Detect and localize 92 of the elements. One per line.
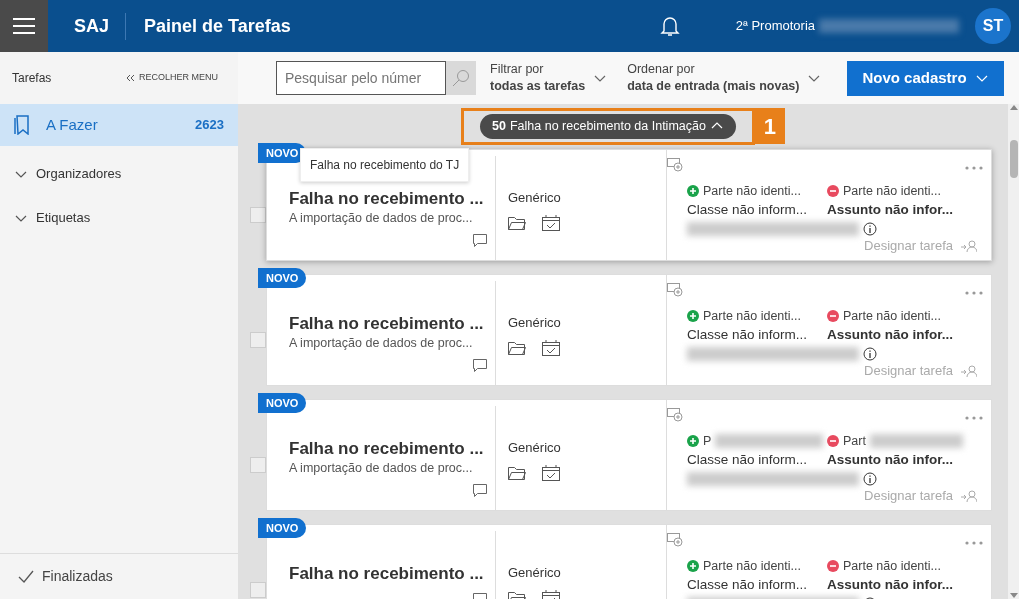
item-count: 2623	[195, 116, 224, 135]
more-options-icon[interactable]	[965, 290, 983, 295]
scrollbar[interactable]	[1008, 104, 1019, 599]
group-header[interactable]: 50 Falha no recebimento da Intimação	[480, 114, 736, 139]
case-class: Classe não inform...	[687, 575, 809, 594]
plus-circle-icon	[687, 435, 699, 448]
window-add-icon[interactable]	[667, 532, 683, 547]
task-type: Genérico	[508, 563, 562, 582]
minus-circle-icon	[827, 560, 839, 573]
filter-dropdown[interactable]: Filtrar por todas as tarefas	[484, 60, 614, 96]
task-type: Genérico	[508, 438, 562, 457]
minus-circle-icon	[827, 185, 839, 198]
app-logo[interactable]: SAJ	[56, 12, 126, 40]
new-badge: NOVO	[258, 517, 307, 539]
case-class: Classe não inform...	[687, 450, 809, 469]
calendar-check-icon[interactable]	[542, 215, 560, 232]
organization-name: 2ª Promotoria	[734, 17, 815, 36]
minus-circle-icon	[827, 310, 839, 323]
comment-icon[interactable]	[473, 359, 487, 373]
bell-icon[interactable]	[659, 15, 680, 37]
double-chevron-icon	[126, 74, 135, 82]
window-add-icon[interactable]	[667, 282, 683, 297]
checkbox[interactable]	[250, 581, 266, 598]
window-add-icon[interactable]	[667, 157, 683, 172]
calendar-check-icon[interactable]	[542, 465, 560, 482]
folder-icon[interactable]	[508, 465, 526, 481]
new-record-button[interactable]: Novo cadastro	[847, 60, 1004, 96]
folder-icon[interactable]	[508, 215, 526, 231]
case-subject: Assunto não infor...	[827, 200, 954, 219]
task-title: Falha no recebimento ...	[289, 562, 485, 585]
plus-circle-icon	[687, 310, 699, 323]
task-description: A importação de dados de proc...	[289, 334, 474, 352]
info-icon[interactable]	[863, 222, 877, 237]
tooltip: Falha no recebimento do TJ	[300, 148, 470, 182]
page-title: Painel de Tarefas	[143, 14, 291, 38]
task-description: A importação de dados de proc...	[289, 459, 474, 477]
checkbox[interactable]	[250, 206, 266, 223]
sidebar-item[interactable]: A Fazer 2623	[0, 104, 238, 146]
assign-person-icon	[961, 364, 977, 377]
scroll-thumb[interactable]	[1009, 140, 1018, 178]
party-name: Parte não identi...	[843, 307, 941, 325]
assign-person-icon	[961, 489, 977, 502]
more-options-icon[interactable]	[965, 165, 983, 170]
checkmark-icon	[18, 569, 34, 584]
checkbox[interactable]	[250, 331, 266, 348]
menu-icon	[13, 18, 35, 34]
comment-icon[interactable]	[473, 234, 487, 248]
party-name: Parte não identi...	[843, 557, 941, 575]
sidebar-item[interactable]: Organizadores	[0, 152, 238, 196]
case-class: Classe não inform...	[687, 325, 809, 344]
plus-circle-icon	[687, 560, 699, 573]
info-icon[interactable]	[863, 347, 877, 362]
callout-number: 1	[754, 108, 785, 144]
plus-circle-icon	[687, 185, 699, 198]
avatar[interactable]: ST	[975, 8, 1011, 44]
folder-icon[interactable]	[508, 340, 526, 356]
task-title: Falha no recebimento ...	[289, 187, 485, 210]
party-name: Parte não identi...	[703, 307, 801, 325]
more-options-icon[interactable]	[965, 540, 983, 545]
task-type: Genérico	[508, 313, 562, 332]
party-name: Part	[843, 432, 866, 450]
comment-icon[interactable]	[473, 484, 487, 498]
minus-circle-icon	[827, 435, 839, 448]
case-subject: Assunto não infor...	[827, 450, 954, 469]
menu-button[interactable]	[0, 0, 48, 52]
search-field[interactable]: Pesquisar pelo númer	[276, 61, 446, 95]
checkbox[interactable]	[250, 456, 266, 473]
more-options-icon[interactable]	[965, 415, 983, 420]
task-title: Falha no recebimento ...	[289, 312, 485, 335]
sort-dropdown[interactable]: Ordenar por data de entrada (mais novas)	[621, 60, 828, 96]
sidebar-title: Tarefas	[12, 70, 52, 87]
window-add-icon[interactable]	[667, 407, 683, 422]
scroll-down-icon	[1009, 593, 1018, 599]
party-name: Parte não identi...	[703, 182, 801, 200]
new-badge: NOVO	[258, 392, 307, 414]
party-name: Parte não identi...	[703, 557, 801, 575]
calendar-check-icon[interactable]	[542, 340, 560, 357]
collapse-menu-button[interactable]: RECOLHER MENU	[126, 71, 218, 85]
info-icon[interactable]	[863, 472, 877, 487]
sidebar-item[interactable]: Etiquetas	[0, 196, 238, 240]
task-type: Genérico	[508, 188, 562, 207]
task-description: A importação de dados de proc...	[289, 209, 474, 227]
party-name: Parte não identi...	[843, 182, 941, 200]
assign-person-icon	[961, 239, 977, 252]
new-badge: NOVO	[258, 267, 307, 289]
bookmark-icon	[14, 115, 30, 135]
case-subject: Assunto não infor...	[827, 575, 954, 594]
case-class: Classe não inform...	[687, 200, 809, 219]
task-title: Falha no recebimento ...	[289, 437, 485, 460]
case-subject: Assunto não infor...	[827, 325, 954, 344]
party-name: P	[703, 432, 712, 450]
search-icon	[452, 69, 470, 87]
